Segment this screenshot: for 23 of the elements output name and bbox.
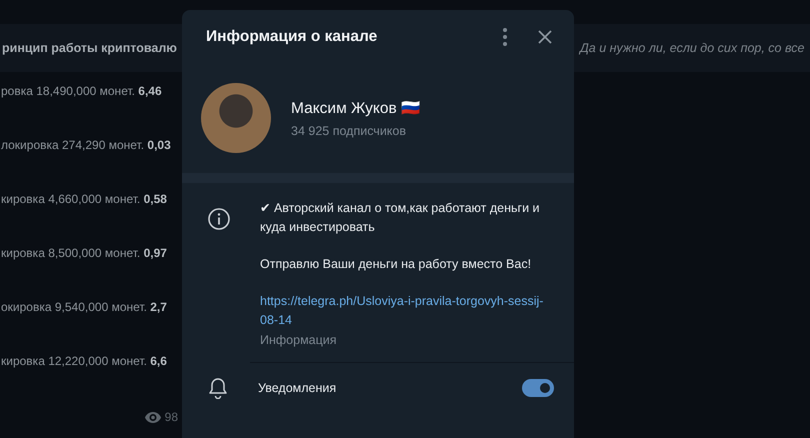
message-text: ровка 18,490,000 монет. 6,46 <box>1 83 162 100</box>
subscriber-count: 34 925 подписчиков <box>291 124 408 138</box>
channel-name: Максим Жуков 🇷🇺 <box>291 98 420 118</box>
message-text: кировка 4,660,000 монет. 0,58 <box>1 191 167 208</box>
notifications-toggle[interactable] <box>522 379 554 397</box>
bell-icon <box>208 377 228 399</box>
dialog-title: Информация о канале <box>206 28 378 46</box>
description-link[interactable]: https://telegra.ph/Usloviya-i-pravila-torgovyh-sessij-08-14 <box>260 292 550 330</box>
pinned-message-bar[interactable]: ринцип работы криптовалю <box>0 24 182 72</box>
eye-icon <box>144 412 161 422</box>
message-text: окировка 9,540,000 монет. 2,7 <box>1 299 167 316</box>
description-caption: Информация <box>260 332 338 349</box>
message-text: кировка 12,220,000 монет. 6,6 <box>1 353 167 370</box>
more-options-icon <box>503 28 507 46</box>
pinned-message-bar[interactable]: Да и нужно ли, если до сих пор, со все <box>574 24 810 72</box>
view-count: 98 <box>164 410 178 424</box>
message-text: кировка 8,500,000 монет. 0,97 <box>1 245 167 262</box>
notifications-label: Уведомления <box>258 381 338 395</box>
description-text: Отправлю Ваши деньги на работу вместо Вас! <box>260 256 532 273</box>
close-icon <box>538 30 552 44</box>
description-text: ✔ Авторский канал о том,как работают деньги и куда инвестировать <box>260 200 541 236</box>
info-icon <box>208 208 230 230</box>
message-text: локировка 274,290 монет. 0,03 <box>1 137 171 154</box>
